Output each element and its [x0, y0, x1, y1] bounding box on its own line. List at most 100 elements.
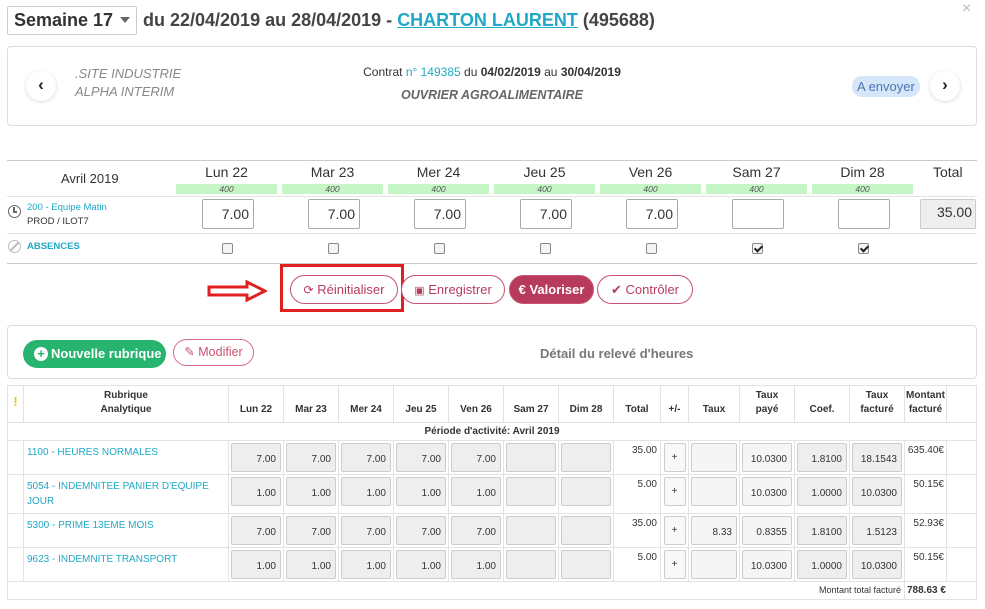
plus-button[interactable]: +	[663, 550, 686, 579]
day-value-field[interactable]: 7.00	[231, 443, 281, 472]
taux-facture-field[interactable]: 18.1543	[852, 443, 902, 472]
plus-button[interactable]: +	[663, 443, 686, 472]
taux-paye-field[interactable]: 10.0300	[742, 443, 792, 472]
day-value-field[interactable]: 7.00	[286, 443, 336, 472]
absence-checkbox[interactable]	[858, 243, 869, 254]
day-value-field[interactable]	[506, 550, 556, 579]
day-cell	[558, 474, 614, 514]
reset-button[interactable]: ⟳ Réinitialiser	[290, 275, 398, 304]
taux-facture-field[interactable]: 10.0300	[852, 550, 902, 579]
taux-cell	[688, 440, 740, 475]
new-rubric-button[interactable]: + Nouvelle rubrique	[23, 340, 166, 368]
coef-cell: 1.0000	[794, 547, 850, 582]
modify-button[interactable]: ✎ Modifier	[173, 339, 254, 366]
contract-label: Contrat	[363, 65, 403, 79]
coef-field[interactable]: 1.0000	[797, 550, 847, 579]
next-contract-button[interactable]: ›	[930, 71, 960, 101]
pm-cell: +	[660, 474, 689, 514]
day-value-field[interactable]: 1.00	[231, 477, 281, 506]
day-hours-input[interactable]: 7.00	[414, 199, 466, 229]
person-link[interactable]: CHARTON LAURENT	[397, 10, 578, 30]
day-value-field[interactable]: 7.00	[396, 516, 446, 545]
rubric-link[interactable]: 9623 - INDEMNITE TRANSPORT	[23, 547, 229, 582]
day-hours-input[interactable]	[732, 199, 784, 229]
day-hours-input[interactable]: 7.00	[202, 199, 254, 229]
day-value-field[interactable]	[506, 477, 556, 506]
plus-button[interactable]: +	[663, 516, 686, 545]
day-value-field[interactable]	[561, 550, 611, 579]
col-montant-l2: facturé	[908, 404, 943, 415]
day-header: Mar 23	[310, 164, 355, 180]
day-value-field[interactable]: 1.00	[286, 477, 336, 506]
day-cell: 7.00	[283, 440, 339, 475]
taux-facture-cell: 10.0300	[849, 474, 905, 514]
day-value-field[interactable]: 7.00	[341, 516, 391, 545]
taux-field[interactable]	[691, 477, 737, 506]
check-button[interactable]: ✔ Contrôler	[597, 275, 693, 304]
day-value-field[interactable]	[506, 516, 556, 545]
taux-paye-field[interactable]: 0.8355	[742, 516, 792, 545]
day-value-field[interactable]: 1.00	[451, 477, 501, 506]
table-row: 1100 - HEURES NORMALES 7.00 7.00 7.00 7.00 7.…	[7, 440, 977, 475]
day-value-field[interactable]	[561, 516, 611, 545]
taux-paye-field[interactable]: 10.0300	[742, 550, 792, 579]
rubric-link[interactable]: 5300 - PRIME 13EME MOIS	[23, 513, 229, 548]
day-value-field[interactable]	[561, 443, 611, 472]
day-hours-input[interactable]: 7.00	[520, 199, 572, 229]
week-select-value: Semaine 17	[14, 10, 114, 30]
taux-paye-cell: 10.0300	[739, 474, 795, 514]
close-icon[interactable]: ×	[962, 0, 971, 18]
absence-checkbox[interactable]	[222, 243, 233, 254]
rubric-link[interactable]: 1100 - HEURES NORMALES	[23, 440, 229, 475]
day-value-field[interactable]: 7.00	[231, 516, 281, 545]
clock-icon	[8, 205, 21, 218]
taux-field[interactable]	[691, 550, 737, 579]
day-value-field[interactable]: 1.00	[231, 550, 281, 579]
taux-field[interactable]	[691, 443, 737, 472]
day-cell: 7.00	[448, 513, 504, 548]
day-hours-input[interactable]: 7.00	[626, 199, 678, 229]
col-taux-paye-l2: payé	[755, 404, 779, 415]
day-value-field[interactable]: 1.00	[341, 550, 391, 579]
plus-button[interactable]: +	[663, 477, 686, 506]
day-value-field[interactable]: 1.00	[286, 550, 336, 579]
taux-paye-field[interactable]: 10.0300	[742, 477, 792, 506]
coef-field[interactable]: 1.8100	[797, 443, 847, 472]
absence-checkbox[interactable]	[752, 243, 763, 254]
day-value-field[interactable]: 1.00	[396, 550, 446, 579]
coef-cell: 1.8100	[794, 513, 850, 548]
day-value-field[interactable]: 7.00	[451, 516, 501, 545]
day-value-field[interactable]: 7.00	[396, 443, 446, 472]
coef-field[interactable]: 1.0000	[797, 477, 847, 506]
day-hours-input[interactable]	[838, 199, 890, 229]
day-hours-input[interactable]: 7.00	[308, 199, 360, 229]
week-select[interactable]: Semaine 17	[7, 6, 137, 35]
valoriser-button[interactable]: € Valoriser	[509, 275, 594, 304]
absence-checkbox[interactable]	[328, 243, 339, 254]
rubric-link[interactable]: 5054 - INDEMNITEE PANIER D'EQUIPE JOUR	[23, 474, 229, 514]
total-amount: 788.63 €	[904, 581, 977, 600]
day-value-field[interactable]: 7.00	[341, 443, 391, 472]
day-value-field[interactable]: 7.00	[451, 443, 501, 472]
extra-cell	[946, 547, 977, 582]
contract-number-link[interactable]: n° 149385	[406, 65, 461, 79]
absence-checkbox[interactable]	[646, 243, 657, 254]
day-value-field[interactable]: 1.00	[341, 477, 391, 506]
taux-facture-field[interactable]: 1.5123	[852, 516, 902, 545]
absence-checkbox[interactable]	[434, 243, 445, 254]
coef-field[interactable]: 1.8100	[797, 516, 847, 545]
absence-checkbox[interactable]	[540, 243, 551, 254]
team-link[interactable]: 200 - Equipe Matin	[27, 202, 107, 213]
day-value-field[interactable]	[506, 443, 556, 472]
taux-paye-cell: 10.0300	[739, 547, 795, 582]
shift-code-bar: 400	[176, 184, 277, 194]
day-value-field[interactable]: 1.00	[451, 550, 501, 579]
taux-field[interactable]: 8.33	[691, 516, 737, 545]
taux-facture-field[interactable]: 10.0300	[852, 477, 902, 506]
day-value-field[interactable]: 1.00	[396, 477, 446, 506]
detail-panel: + Nouvelle rubrique ✎ Modifier Détail du …	[7, 325, 977, 379]
save-button[interactable]: ▣ Enregistrer	[401, 275, 505, 304]
day-cell: 7.00	[338, 513, 394, 548]
day-value-field[interactable]: 7.00	[286, 516, 336, 545]
day-value-field[interactable]	[561, 477, 611, 506]
